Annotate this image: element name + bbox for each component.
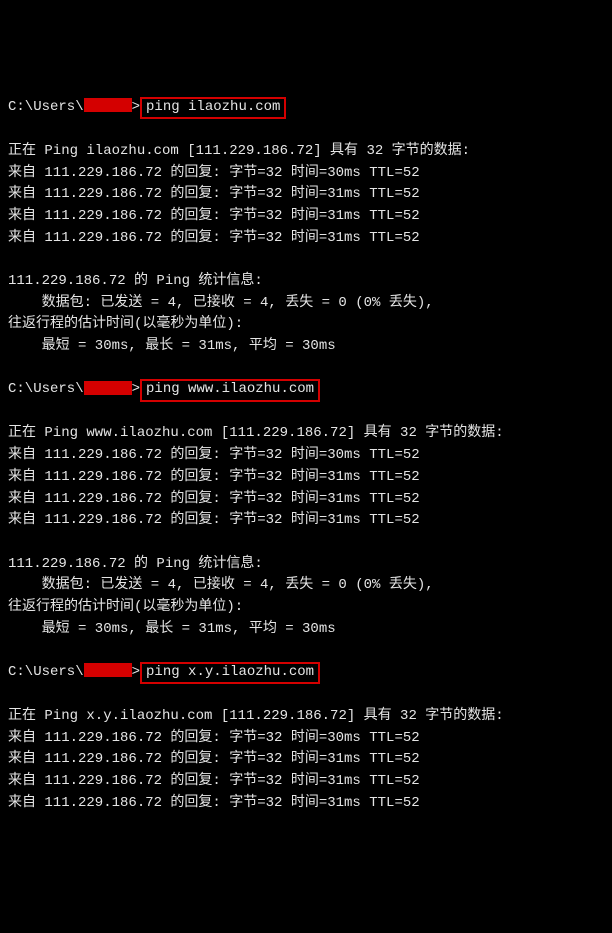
output-line: 数据包: 已发送 = 4, 已接收 = 4, 丢失 = 0 (0% 丢失),: [8, 293, 604, 315]
redacted-username: [84, 98, 132, 112]
output-line: 来自 111.229.186.72 的回复: 字节=32 时间=31ms TTL…: [8, 510, 604, 532]
output-line: 来自 111.229.186.72 的回复: 字节=32 时间=30ms TTL…: [8, 445, 604, 467]
output-line: 来自 111.229.186.72 的回复: 字节=32 时间=31ms TTL…: [8, 467, 604, 489]
output-line: 来自 111.229.186.72 的回复: 字节=32 时间=31ms TTL…: [8, 228, 604, 250]
output-line: 来自 111.229.186.72 的回复: 字节=32 时间=30ms TTL…: [8, 163, 604, 185]
prompt-suffix: >: [132, 664, 140, 680]
output-line: 往返行程的估计时间(以毫秒为单位):: [8, 597, 604, 619]
output-line: 111.229.186.72 的 Ping 统计信息:: [8, 271, 604, 293]
command-highlight: ping www.ilaozhu.com: [140, 379, 320, 401]
output-line: 最短 = 30ms, 最长 = 31ms, 平均 = 30ms: [8, 336, 604, 358]
output-line: 来自 111.229.186.72 的回复: 字节=32 时间=31ms TTL…: [8, 749, 604, 771]
output-line: 最短 = 30ms, 最长 = 31ms, 平均 = 30ms: [8, 619, 604, 641]
output-line: 来自 111.229.186.72 的回复: 字节=32 时间=30ms TTL…: [8, 728, 604, 750]
command-highlight: ping ilaozhu.com: [140, 97, 286, 119]
redacted-username: [84, 381, 132, 395]
output-line: 来自 111.229.186.72 的回复: 字节=32 时间=31ms TTL…: [8, 184, 604, 206]
output-line: 往返行程的估计时间(以毫秒为单位):: [8, 314, 604, 336]
terminal-output: C:\Users\>ping ilaozhu.com 正在 Ping ilaoz…: [8, 97, 604, 815]
output-line: [8, 249, 604, 271]
output-line: [8, 532, 604, 554]
redacted-username: [84, 663, 132, 677]
prompt-suffix: >: [132, 99, 140, 115]
output-line: [8, 358, 604, 380]
prompt-prefix: C:\Users\: [8, 381, 84, 397]
prompt-prefix: C:\Users\: [8, 99, 84, 115]
output-line: [8, 119, 604, 141]
output-line: 来自 111.229.186.72 的回复: 字节=32 时间=31ms TTL…: [8, 489, 604, 511]
command-highlight: ping x.y.ilaozhu.com: [140, 662, 320, 684]
output-line: 正在 Ping ilaozhu.com [111.229.186.72] 具有 …: [8, 141, 604, 163]
prompt-suffix: >: [132, 381, 140, 397]
output-line: [8, 684, 604, 706]
output-line: 来自 111.229.186.72 的回复: 字节=32 时间=31ms TTL…: [8, 793, 604, 815]
prompt-line: C:\Users\ >ping ilaozhu.com: [8, 97, 604, 119]
output-line: 来自 111.229.186.72 的回复: 字节=32 时间=31ms TTL…: [8, 206, 604, 228]
prompt-line: C:\Users\ >ping www.ilaozhu.com: [8, 379, 604, 401]
output-line: 来自 111.229.186.72 的回复: 字节=32 时间=31ms TTL…: [8, 771, 604, 793]
output-line: 正在 Ping x.y.ilaozhu.com [111.229.186.72]…: [8, 706, 604, 728]
output-line: 数据包: 已发送 = 4, 已接收 = 4, 丢失 = 0 (0% 丢失),: [8, 575, 604, 597]
prompt-line: C:\Users\ >ping x.y.ilaozhu.com: [8, 662, 604, 684]
output-line: [8, 402, 604, 424]
prompt-prefix: C:\Users\: [8, 664, 84, 680]
output-line: 正在 Ping www.ilaozhu.com [111.229.186.72]…: [8, 423, 604, 445]
output-line: 111.229.186.72 的 Ping 统计信息:: [8, 554, 604, 576]
output-line: [8, 640, 604, 662]
